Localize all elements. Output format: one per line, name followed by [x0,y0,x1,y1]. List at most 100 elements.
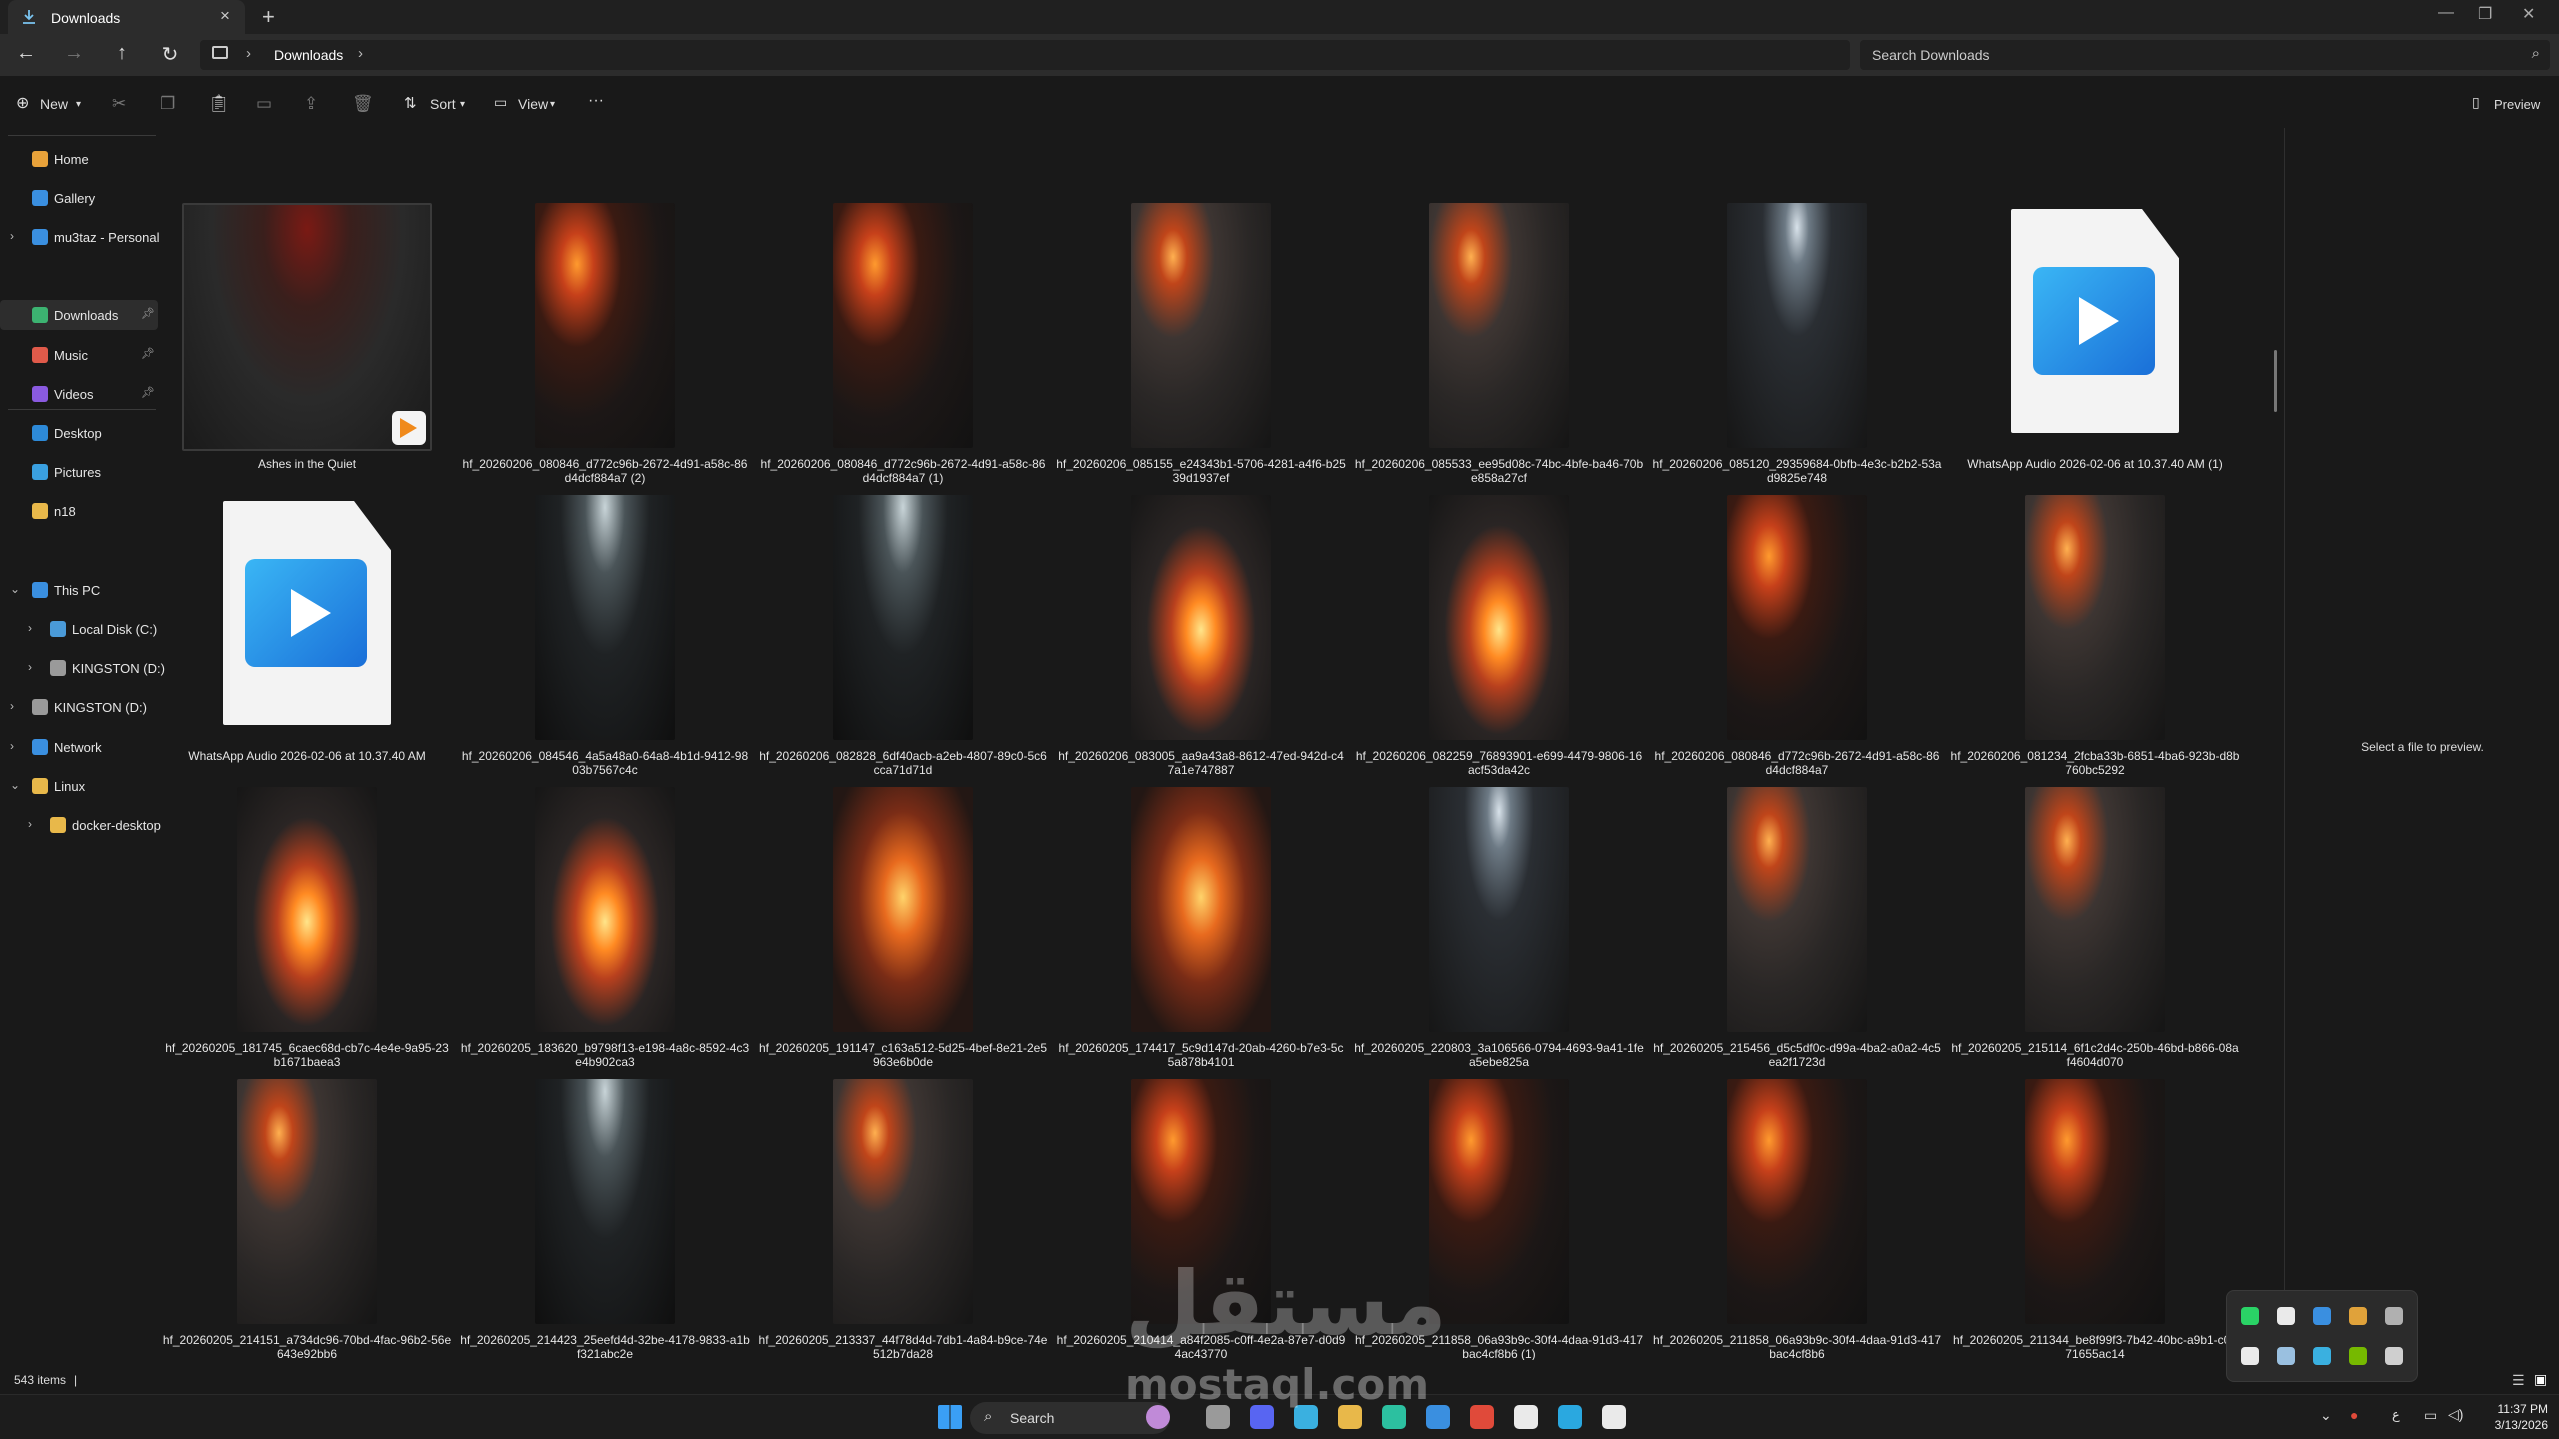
cut-icon[interactable]: ✂ [112,94,126,114]
file-item[interactable]: hf_20260205_213337_44f78d4d-7db1-4a84-b9… [758,1079,1048,1360]
sort-button[interactable]: Sort [430,96,456,112]
capcut-icon[interactable] [1514,1405,1538,1429]
file-item[interactable]: hf_20260206_080846_d772c96b-2672-4d91-a5… [1652,495,1942,790]
search-icon[interactable]: ⌕ [2532,45,2540,62]
address-bar[interactable]: › Downloads › [200,40,1850,70]
sidebar-item-linux[interactable]: ⌄ Linux [0,771,158,801]
sidebar-item-gallery[interactable]: Gallery [0,183,158,213]
file-item[interactable]: hf_20260206_085120_29359684-0bfb-4e3c-b2… [1652,203,1942,498]
share-icon[interactable]: ⇪ [304,94,318,114]
sidebar-item-network[interactable]: › Network [0,732,158,762]
file-item[interactable]: hf_20260206_080846_d772c96b-2672-4d91-a5… [460,203,750,498]
language-icon[interactable]: ع [2392,1407,2400,1423]
sidebar-item-videos[interactable]: Videos 📌︎ [0,379,158,409]
file-item[interactable]: hf_20260205_220803_3a106566-0794-4693-9a… [1354,787,1644,1082]
file-item[interactable]: hf_20260206_082259_76893901-e699-4479-98… [1354,495,1644,790]
sidebar-item-desktop[interactable]: Desktop [0,418,158,448]
windows-start-icon[interactable] [938,1405,962,1429]
details-view-icon[interactable]: ☰ [2512,1372,2525,1389]
file-item[interactable]: WhatsApp Audio 2026-02-06 at 10.37.40 AM… [1950,203,2240,498]
paste-icon[interactable]: 📋︎ [208,94,230,114]
search-box[interactable]: Search Downloads ⌕ [1860,40,2550,70]
pen-icon[interactable] [2385,1307,2403,1325]
telegram-icon[interactable] [1558,1405,1582,1429]
breadcrumb-downloads[interactable]: Downloads [274,47,343,63]
nvidia-icon[interactable] [2349,1347,2367,1365]
sidebar-item-this-pc[interactable]: ⌄ This PC [0,575,158,605]
chevron-right-icon[interactable]: › [358,45,363,62]
file-item[interactable]: hf_20260205_181745_6caec68d-cb7c-4e4e-9a… [162,787,452,1082]
scrollbar[interactable] [2274,350,2277,412]
file-item[interactable]: hf_20260205_191147_c163a512-5d25-4bef-8e… [758,787,1048,1082]
file-item[interactable]: hf_20260205_215114_6f1c2d4c-250b-46bd-b8… [1950,787,2240,1082]
rename-icon[interactable]: ▭ [256,94,272,114]
clock[interactable]: 11:37 PM 3/13/2026 [2470,1401,2548,1433]
close-tab-icon[interactable]: × [220,6,230,26]
app-icon[interactable] [1602,1405,1626,1429]
chevron-down-icon[interactable]: ▾ [550,99,555,110]
discord-icon[interactable] [2241,1347,2259,1365]
whatsapp-icon[interactable] [2241,1307,2259,1325]
chevron-down-icon[interactable]: ▾ [460,99,465,110]
sidebar-item-kingston-d-[interactable]: › KINGSTON (D:) [0,653,165,683]
sidebar-item-kingston-d-[interactable]: › KINGSTON (D:) [0,692,158,722]
chevron-right-icon[interactable]: › [10,739,14,753]
file-item[interactable]: hf_20260205_214423_25eefd4d-32be-4178-98… [460,1079,750,1360]
file-item[interactable]: hf_20260206_084546_4a5a48a0-64a8-4b1d-94… [460,495,750,790]
search-input[interactable]: Search Downloads [1872,47,1990,63]
volume-icon[interactable]: ◁) [2448,1406,2463,1423]
forward-button[interactable]: → [60,42,88,65]
sidebar-item-pictures[interactable]: Pictures [0,457,158,487]
chrome-icon[interactable] [1470,1405,1494,1429]
sidebar-item-downloads[interactable]: Downloads 📌︎ [0,300,158,331]
sidebar-item-music[interactable]: Music 📌︎ [0,340,158,370]
file-item[interactable]: hf_20260205_215456_d5c5df0c-d99a-4ba2-a0… [1652,787,1942,1082]
antivirus-icon[interactable]: ● [2350,1407,2358,1423]
file-item[interactable]: hf_20260206_081234_2fcba33b-6851-4ba6-92… [1950,495,2240,790]
tab-downloads[interactable]: Downloads × [8,0,245,34]
steam-icon[interactable] [2277,1347,2295,1365]
file-item[interactable]: hf_20260206_080846_d772c96b-2672-4d91-a5… [758,203,1048,498]
file-item[interactable]: hf_20260205_214151_a734dc96-70bd-4fac-96… [162,1079,452,1360]
close-window-button[interactable]: ✕ [2522,4,2535,24]
chevron-right-icon[interactable]: › [10,699,14,713]
sidebar-item-n18[interactable]: n18 [0,496,158,526]
file-item[interactable]: hf_20260205_174417_5c9d147d-20ab-4260-b7… [1056,787,1346,1082]
chevron-right-icon[interactable]: › [10,229,14,243]
delete-icon[interactable]: 🗑︎ [352,94,374,114]
chevron-right-icon[interactable]: › [246,45,251,62]
onedrive-icon[interactable] [2313,1307,2331,1325]
more-options-button[interactable]: ··· [588,92,604,110]
file-item[interactable]: WhatsApp Audio 2026-02-06 at 10.37.40 AM [162,495,452,790]
chevron-down-icon[interactable]: ⌄ [10,582,20,596]
minimize-button[interactable]: — [2438,4,2454,22]
refresh-button[interactable]: ↻ [156,42,184,67]
preview-button[interactable]: Preview [2494,97,2540,112]
chevron-right-icon[interactable]: › [28,817,32,831]
new-tab-button[interactable]: + [262,4,275,30]
file-item[interactable]: hf_20260206_085155_e24343b1-5706-4281-a4… [1056,203,1346,498]
up-button[interactable]: ↑ [108,42,136,65]
file-item[interactable]: hf_20260206_085533_ee95d08c-74bc-4bfe-ba… [1354,203,1644,498]
file-item[interactable]: hf_20260205_211344_be8f99f3-7b42-40bc-a9… [1950,1079,2240,1360]
copy-icon[interactable]: ❐ [160,94,175,114]
file-item[interactable]: Ashes in the Quiet [162,203,452,498]
cloud-icon[interactable] [2277,1307,2295,1325]
security-icon[interactable] [2313,1347,2331,1365]
colorful-icon[interactable] [2349,1307,2367,1325]
view-button[interactable]: View [518,96,548,112]
chevron-down-icon[interactable]: ⌄ [10,778,20,792]
maximize-button[interactable]: ❐ [2478,4,2492,24]
chevron-right-icon[interactable]: › [28,660,32,674]
file-item[interactable]: hf_20260206_082828_6df40acb-a2eb-4807-89… [758,495,1048,790]
chevron-down-icon[interactable]: ▾ [76,99,81,110]
chevron-right-icon[interactable]: › [28,621,32,635]
sidebar-item-home[interactable]: Home [0,144,158,174]
new-button[interactable]: New [40,96,68,112]
store-icon[interactable] [1426,1405,1450,1429]
file-item[interactable]: hf_20260205_211858_06a93b9c-30f4-4daa-91… [1652,1079,1942,1360]
tiles-view-icon[interactable]: ▣ [2534,1371,2547,1388]
back-button[interactable]: ← [12,42,40,65]
network-icon[interactable]: ▭ [2424,1407,2437,1424]
sidebar-item-docker-desktop[interactable]: › docker-desktop [0,810,161,840]
